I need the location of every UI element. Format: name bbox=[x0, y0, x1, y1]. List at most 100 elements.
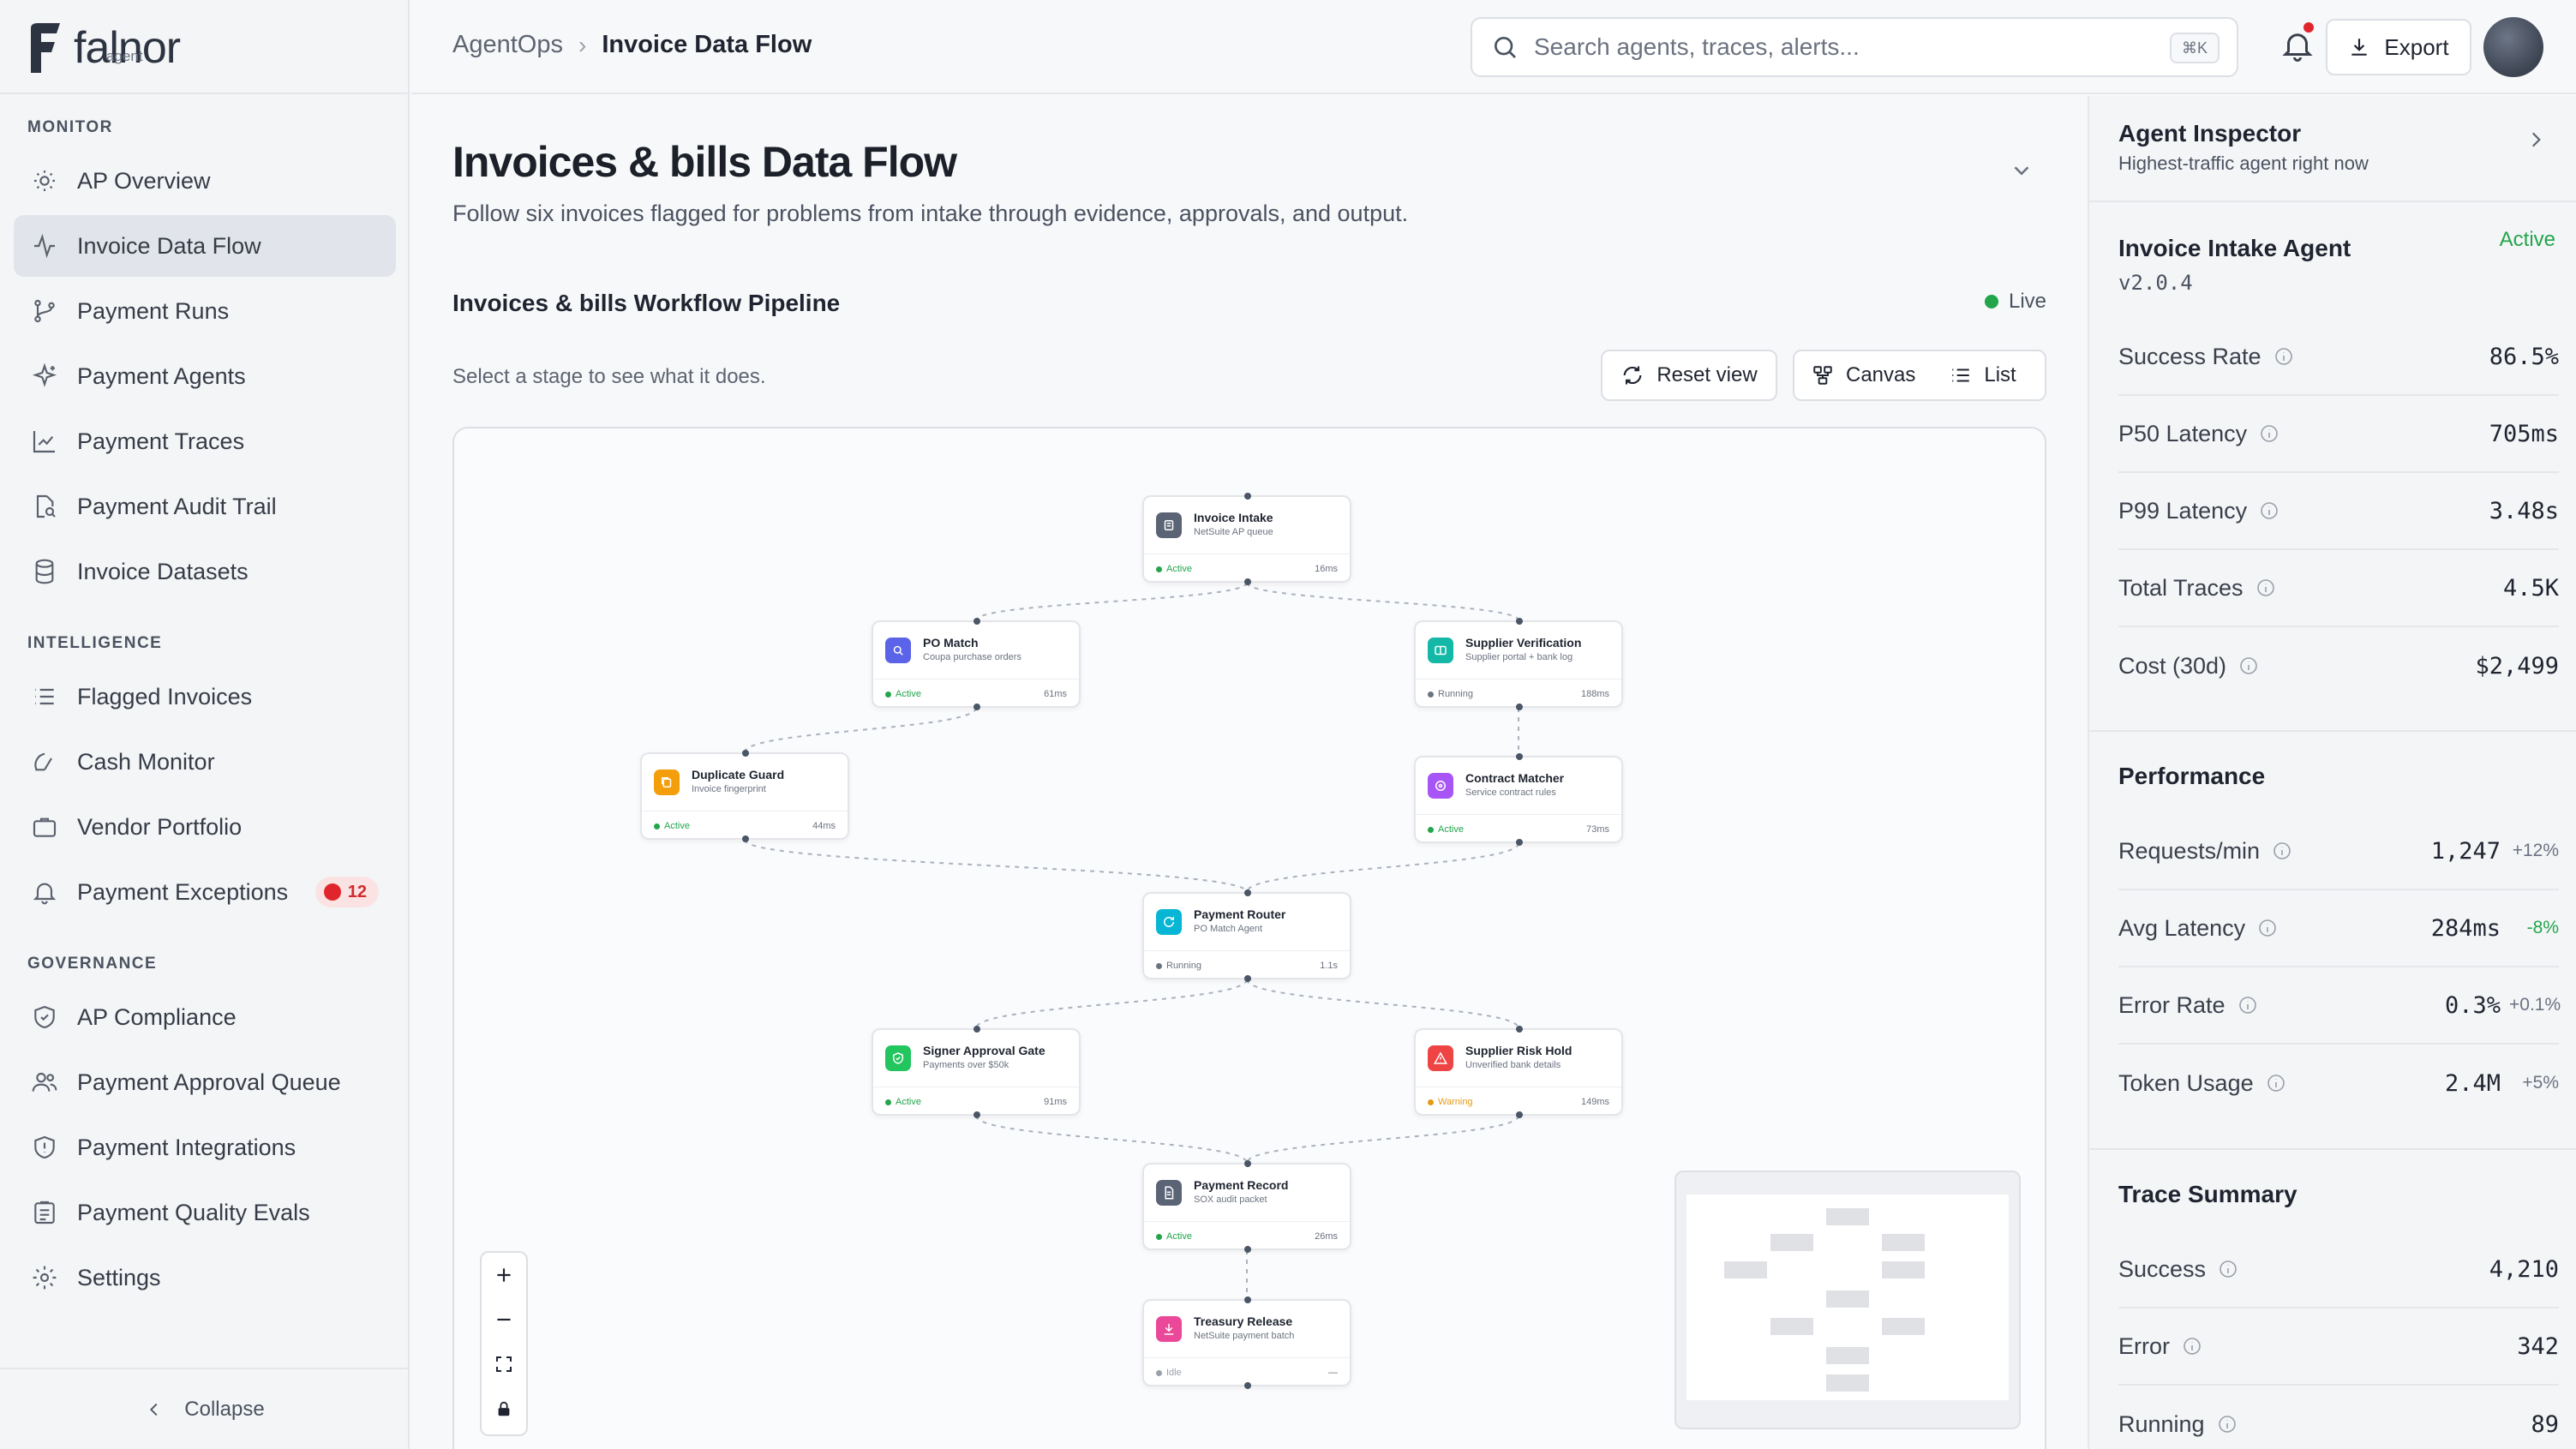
sidebar-item-payment-approval-queue[interactable]: Payment Approval Queue bbox=[14, 1051, 396, 1113]
panel-divider bbox=[2089, 1148, 2576, 1150]
avatar[interactable] bbox=[2483, 17, 2543, 77]
info-icon[interactable] bbox=[2217, 1414, 2238, 1434]
list-view-button[interactable]: List bbox=[1932, 351, 2033, 399]
info-icon[interactable] bbox=[2255, 578, 2276, 598]
sidebar-item-payment-integrations[interactable]: Payment Integrations bbox=[14, 1117, 396, 1178]
info-icon[interactable] bbox=[2272, 841, 2292, 861]
info-icon[interactable] bbox=[2259, 423, 2279, 444]
node-status-label: Active bbox=[896, 689, 921, 699]
info-icon[interactable] bbox=[2238, 995, 2258, 1015]
sidebar-item-payment-audit-trail[interactable]: Payment Audit Trail bbox=[14, 476, 396, 537]
input-port[interactable] bbox=[1244, 1160, 1251, 1167]
sidebar-item-settings[interactable]: Settings bbox=[14, 1247, 396, 1308]
info-icon[interactable] bbox=[2273, 346, 2294, 367]
input-port[interactable] bbox=[1244, 889, 1251, 896]
chevron-right-icon[interactable] bbox=[2525, 129, 2547, 151]
sidebar-item-payment-quality-evals[interactable]: Payment Quality Evals bbox=[14, 1182, 396, 1243]
search-input[interactable] bbox=[1534, 33, 2134, 61]
pipeline-node-po-match[interactable]: PO Match Coupa purchase orders Active 61ms bbox=[872, 618, 1081, 710]
search-box[interactable]: ⌘K bbox=[1471, 17, 2238, 77]
output-port[interactable] bbox=[1244, 1382, 1251, 1389]
output-port[interactable] bbox=[1244, 1246, 1251, 1253]
agent-status: Active bbox=[2499, 228, 2555, 251]
brand-logo[interactable]: falnor bbox=[26, 17, 181, 79]
sidebar-item-payment-runs[interactable]: Payment Runs bbox=[14, 280, 396, 342]
metric-label: Running bbox=[2118, 1410, 2205, 1437]
sidebar-item-ap-compliance[interactable]: AP Compliance bbox=[14, 986, 396, 1048]
sidebar-item-label: Payment Quality Evals bbox=[77, 1199, 310, 1225]
output-port[interactable] bbox=[1516, 704, 1523, 710]
sidebar-item-payment-agents[interactable]: Payment Agents bbox=[14, 345, 396, 407]
top-bar: AgentOps › Invoice Data Flow ⌘K Export bbox=[411, 0, 2576, 94]
reset-view-button[interactable]: Reset view bbox=[1601, 350, 1777, 401]
input-port[interactable] bbox=[1516, 618, 1523, 625]
output-port[interactable] bbox=[742, 835, 749, 842]
input-port[interactable] bbox=[973, 618, 980, 625]
output-port[interactable] bbox=[1516, 839, 1523, 846]
input-port[interactable] bbox=[1244, 1296, 1251, 1303]
zoom-in-button[interactable] bbox=[482, 1253, 526, 1297]
info-icon[interactable] bbox=[2266, 1073, 2286, 1093]
input-port[interactable] bbox=[1516, 753, 1523, 760]
input-port[interactable] bbox=[1516, 1026, 1523, 1033]
status-dot bbox=[654, 823, 660, 829]
pipeline-node-contract-matcher[interactable]: Contract Matcher Service contract rules Ac… bbox=[1414, 753, 1623, 846]
pipeline-node-invoice-intake[interactable]: Invoice Intake NetSuite AP queue Active 16m… bbox=[1142, 493, 1351, 585]
sidebar-item-cash-monitor[interactable]: Cash Monitor bbox=[14, 731, 396, 793]
status-dot bbox=[1428, 1099, 1434, 1105]
export-button[interactable]: Export bbox=[2326, 19, 2471, 75]
metric-delta: +5% bbox=[2522, 1073, 2559, 1093]
pipeline-node-supplier-risk-hold[interactable]: Supplier Risk Hold Unverified bank detail… bbox=[1414, 1026, 1623, 1118]
sidebar-item-vendor-portfolio[interactable]: Vendor Portfolio bbox=[14, 796, 396, 858]
info-icon[interactable] bbox=[2259, 500, 2279, 521]
pipeline-canvas[interactable]: Invoice Intake NetSuite AP queue Active 16m… bbox=[452, 427, 2046, 1449]
sidebar-item-label: Payment Agents bbox=[77, 362, 246, 389]
node-divider bbox=[1144, 1357, 1350, 1358]
columns-icon bbox=[1435, 645, 1447, 656]
minimap-node bbox=[1826, 1208, 1869, 1225]
sidebar-item-invoice-data-flow[interactable]: Invoice Data Flow bbox=[14, 215, 396, 277]
collapse-button[interactable]: Collapse bbox=[0, 1368, 410, 1449]
minimap[interactable] bbox=[1674, 1171, 2021, 1429]
node-subtitle: NetSuite payment batch bbox=[1194, 1331, 1295, 1341]
info-icon[interactable] bbox=[2238, 656, 2259, 676]
breadcrumb-agentops[interactable]: AgentOps bbox=[452, 31, 563, 59]
chevron-down-icon[interactable] bbox=[2009, 158, 2034, 183]
sidebar-item-payment-traces[interactable]: Payment Traces bbox=[14, 410, 396, 472]
input-port[interactable] bbox=[973, 1026, 980, 1033]
minimap-node bbox=[1770, 1318, 1813, 1335]
input-port[interactable] bbox=[742, 750, 749, 757]
sidebar-item-payment-exceptions[interactable]: Payment Exceptions 12 bbox=[14, 861, 396, 923]
output-port[interactable] bbox=[1244, 578, 1251, 585]
input-port[interactable] bbox=[1244, 493, 1251, 500]
node-divider bbox=[1144, 1221, 1350, 1222]
fit-view-button[interactable] bbox=[482, 1342, 526, 1386]
output-port[interactable] bbox=[1516, 1111, 1523, 1118]
pipeline-edge bbox=[1246, 842, 1519, 893]
sidebar-item-flagged-invoices[interactable]: Flagged Invoices bbox=[14, 666, 396, 727]
node-subtitle: Service contract rules bbox=[1465, 787, 1556, 798]
node-latency: 16ms bbox=[1315, 564, 1338, 574]
info-icon[interactable] bbox=[2182, 1336, 2202, 1356]
breadcrumb-current: Invoice Data Flow bbox=[602, 31, 812, 58]
metric-label: Token Usage bbox=[2118, 1069, 2254, 1096]
minimap-node bbox=[1770, 1234, 1813, 1251]
pipeline-node-payment-record[interactable]: Payment Record SOX audit packet Active 26ms bbox=[1142, 1160, 1351, 1253]
pipeline-node-treasury-release[interactable]: Treasury Release NetSuite payment batch Id… bbox=[1142, 1296, 1351, 1389]
output-port[interactable] bbox=[1244, 975, 1251, 982]
output-port[interactable] bbox=[973, 704, 980, 710]
pipeline-node-duplicate-guard[interactable]: Duplicate Guard Invoice fingerprint Active… bbox=[640, 750, 849, 842]
pipeline-node-payment-router[interactable]: Payment Router PO Match Agent Running 1.1s bbox=[1142, 889, 1351, 982]
output-port[interactable] bbox=[973, 1111, 980, 1118]
node-icon-badge bbox=[885, 638, 911, 663]
pipeline-node-supplier-verification[interactable]: Supplier Verification Supplier portal + b… bbox=[1414, 618, 1623, 710]
info-icon[interactable] bbox=[2218, 1259, 2238, 1279]
lock-button[interactable] bbox=[482, 1386, 526, 1431]
info-icon[interactable] bbox=[2257, 918, 2278, 938]
pipeline-node-signer-approval-gate[interactable]: Signer Approval Gate Payments over $50k Ac… bbox=[872, 1026, 1081, 1118]
zoom-out-button[interactable] bbox=[482, 1297, 526, 1342]
node-subtitle: Invoice fingerprint bbox=[692, 784, 766, 794]
sidebar-item-invoice-datasets[interactable]: Invoice Datasets bbox=[14, 541, 396, 602]
sidebar-item-ap-overview[interactable]: AP Overview bbox=[14, 150, 396, 212]
canvas-view-button[interactable]: Canvas bbox=[1794, 351, 1932, 399]
